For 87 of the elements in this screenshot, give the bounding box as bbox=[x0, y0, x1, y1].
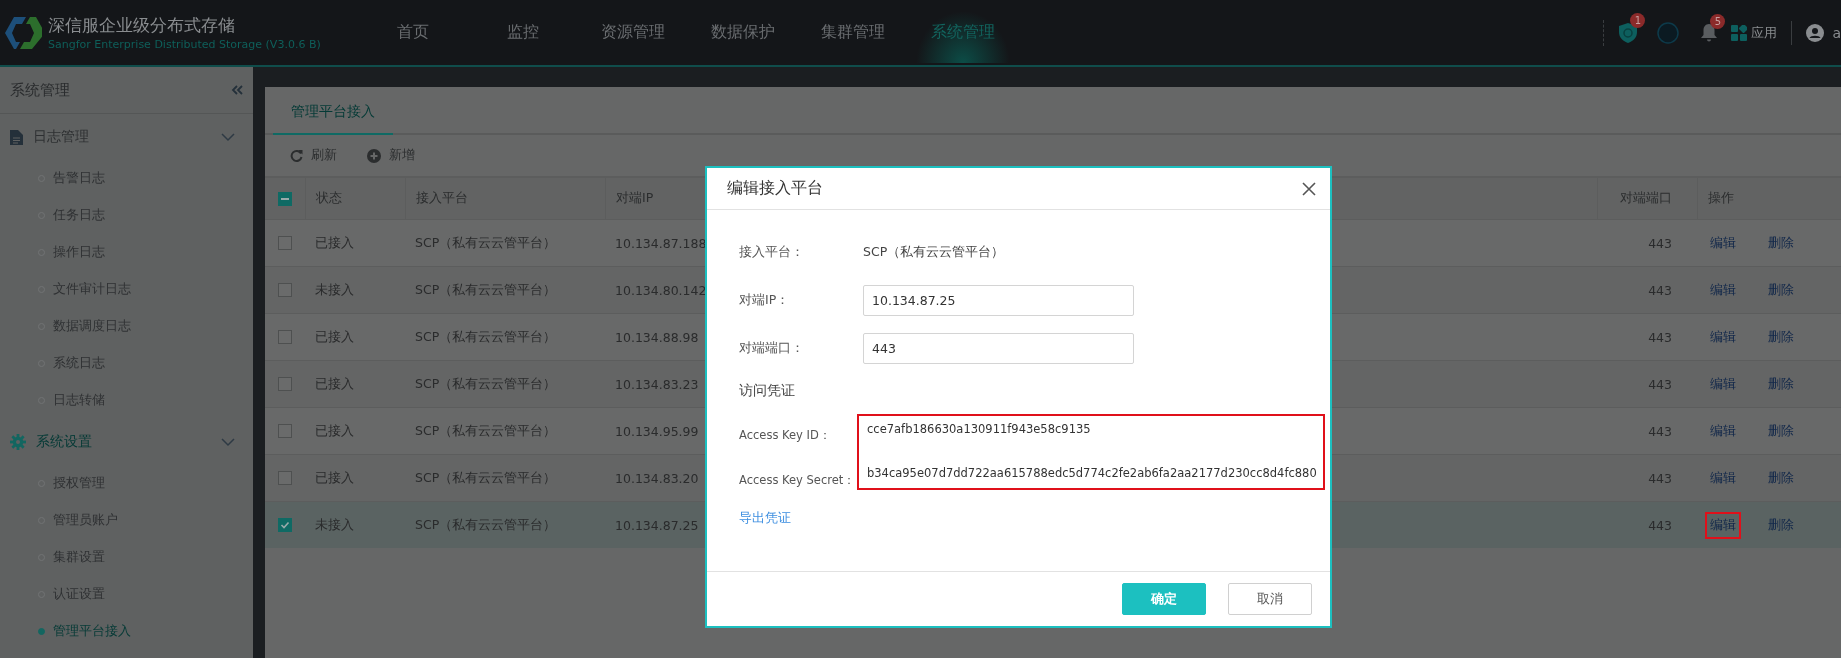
checkbox[interactable] bbox=[278, 377, 292, 391]
document-icon bbox=[10, 129, 23, 145]
field-value: SCP（私有云云管平台） bbox=[863, 243, 1006, 261]
table-cell: 443 bbox=[1648, 282, 1672, 298]
export-link[interactable]: 导出凭证 bbox=[739, 510, 791, 527]
table-cell: 443 bbox=[1648, 517, 1672, 533]
delete-link[interactable]: 删除 bbox=[1763, 370, 1799, 398]
bell-icon[interactable] bbox=[1701, 23, 1718, 42]
table-cell: SCP（私有云云管平台） bbox=[415, 328, 557, 346]
checkbox[interactable] bbox=[278, 236, 292, 250]
nav-tab[interactable]: 首页 bbox=[358, 2, 468, 63]
table-cell: 10.134.87.25 bbox=[615, 517, 699, 533]
chevron-icon bbox=[221, 132, 235, 142]
table-cell: 10.134.88.98 bbox=[615, 329, 699, 345]
field-label: 对端IP： bbox=[739, 291, 791, 309]
nav-tab[interactable]: 资源管理 bbox=[578, 2, 688, 63]
refresh-icon bbox=[290, 149, 303, 162]
user-avatar-icon[interactable] bbox=[1806, 23, 1825, 42]
tab[interactable]: 管理平台接入 bbox=[273, 103, 393, 135]
edit-link[interactable]: 编辑 bbox=[1705, 323, 1741, 351]
sidebar-group[interactable]: 系统设置 bbox=[0, 419, 253, 465]
edit-link[interactable]: 编辑 bbox=[1705, 417, 1741, 445]
table-cell: 10.134.80.142 bbox=[615, 282, 707, 298]
checkbox[interactable] bbox=[278, 283, 292, 297]
circle-icon[interactable] bbox=[1657, 21, 1680, 44]
notification-badge: 5 bbox=[1710, 13, 1726, 29]
table-cell: SCP（私有云云管平台） bbox=[415, 422, 557, 440]
table-cell: 443 bbox=[1648, 470, 1672, 486]
table-cell: 10.134.87.188 bbox=[615, 235, 707, 251]
user-name[interactable]: a bbox=[1832, 24, 1841, 41]
checkbox[interactable] bbox=[278, 518, 292, 532]
collapse-icon[interactable] bbox=[231, 85, 243, 95]
table-cell: 443 bbox=[1648, 423, 1672, 439]
logo-icon bbox=[4, 15, 42, 50]
nav-tab[interactable]: 集群管理 bbox=[798, 2, 908, 63]
dialog-title: 编辑接入平台 bbox=[727, 178, 823, 199]
table-cell: 10.134.83.20 bbox=[615, 470, 699, 486]
apps-label[interactable]: 应用 bbox=[1751, 23, 1778, 42]
edit-link[interactable]: 编辑 bbox=[1705, 464, 1741, 492]
edit-link[interactable]: 编辑 bbox=[1705, 511, 1741, 539]
app-title: 深信服企业级分布式存储 bbox=[48, 14, 236, 37]
minus-icon bbox=[281, 197, 289, 200]
apps-icon[interactable] bbox=[1731, 24, 1748, 41]
delete-link[interactable]: 删除 bbox=[1763, 323, 1799, 351]
gear-icon bbox=[10, 434, 26, 450]
field-label: Access Key ID： bbox=[739, 428, 832, 443]
delete-link[interactable]: 删除 bbox=[1763, 276, 1799, 304]
field-label: 对端端口： bbox=[739, 339, 805, 357]
nav-tab[interactable]: 监控 bbox=[468, 2, 578, 63]
table-cell: 443 bbox=[1648, 235, 1672, 251]
notification-badge: 1 bbox=[1630, 12, 1646, 28]
checkbox[interactable] bbox=[278, 424, 292, 438]
table-cell: 已接入 bbox=[315, 328, 354, 346]
input-field[interactable]: 443 bbox=[863, 332, 1134, 364]
add-icon bbox=[367, 148, 381, 163]
table-cell: 10.134.83.23 bbox=[615, 376, 699, 392]
close-button[interactable] bbox=[1300, 179, 1318, 198]
edit-link[interactable]: 编辑 bbox=[1705, 276, 1741, 304]
check-icon bbox=[280, 520, 290, 530]
section-title: 访问凭证 bbox=[739, 382, 796, 400]
app-subtitle: Sangfor Enterprise Distributed Storage (V3.0.6 B) bbox=[48, 38, 321, 51]
checkbox[interactable] bbox=[278, 471, 292, 485]
table-cell: 443 bbox=[1648, 376, 1672, 392]
nav-tab[interactable]: 数据保护 bbox=[688, 2, 798, 63]
delete-link[interactable]: 删除 bbox=[1763, 511, 1799, 539]
input-field[interactable]: 10.134.87.25 bbox=[863, 284, 1134, 316]
edit-link[interactable]: 编辑 bbox=[1705, 229, 1741, 257]
sidebar-item[interactable]: 管理平台接入 bbox=[0, 613, 253, 650]
confirm-button[interactable]: 确定 bbox=[1122, 583, 1206, 615]
field-value: cce7afb186630a130911f943e58c9135 bbox=[867, 422, 1091, 436]
table-cell: SCP（私有云云管平台） bbox=[415, 234, 557, 252]
field-value: b34ca95e07d7dd722aa615788edc5d774c2fe2ab6fa2aa2177d230cc8d4fc880 bbox=[867, 466, 1317, 480]
delete-link[interactable]: 删除 bbox=[1763, 229, 1799, 257]
table-cell: 443 bbox=[1648, 329, 1672, 345]
delete-link[interactable]: 删除 bbox=[1763, 464, 1799, 492]
delete-link[interactable]: 删除 bbox=[1763, 417, 1799, 445]
field-label: 接入平台： bbox=[739, 243, 805, 261]
table-cell: 已接入 bbox=[315, 234, 354, 252]
cancel-button[interactable]: 取消 bbox=[1228, 583, 1312, 615]
checkbox[interactable] bbox=[278, 330, 292, 344]
edit-link[interactable]: 编辑 bbox=[1705, 370, 1741, 398]
shield-icon[interactable] bbox=[1619, 22, 1638, 43]
select-all-checkbox[interactable] bbox=[278, 191, 292, 206]
chevron-icon bbox=[221, 437, 235, 447]
table-cell: 已接入 bbox=[315, 422, 354, 440]
table-cell: 10.134.95.99 bbox=[615, 423, 699, 439]
field-label: Access Key Secret： bbox=[739, 473, 857, 488]
